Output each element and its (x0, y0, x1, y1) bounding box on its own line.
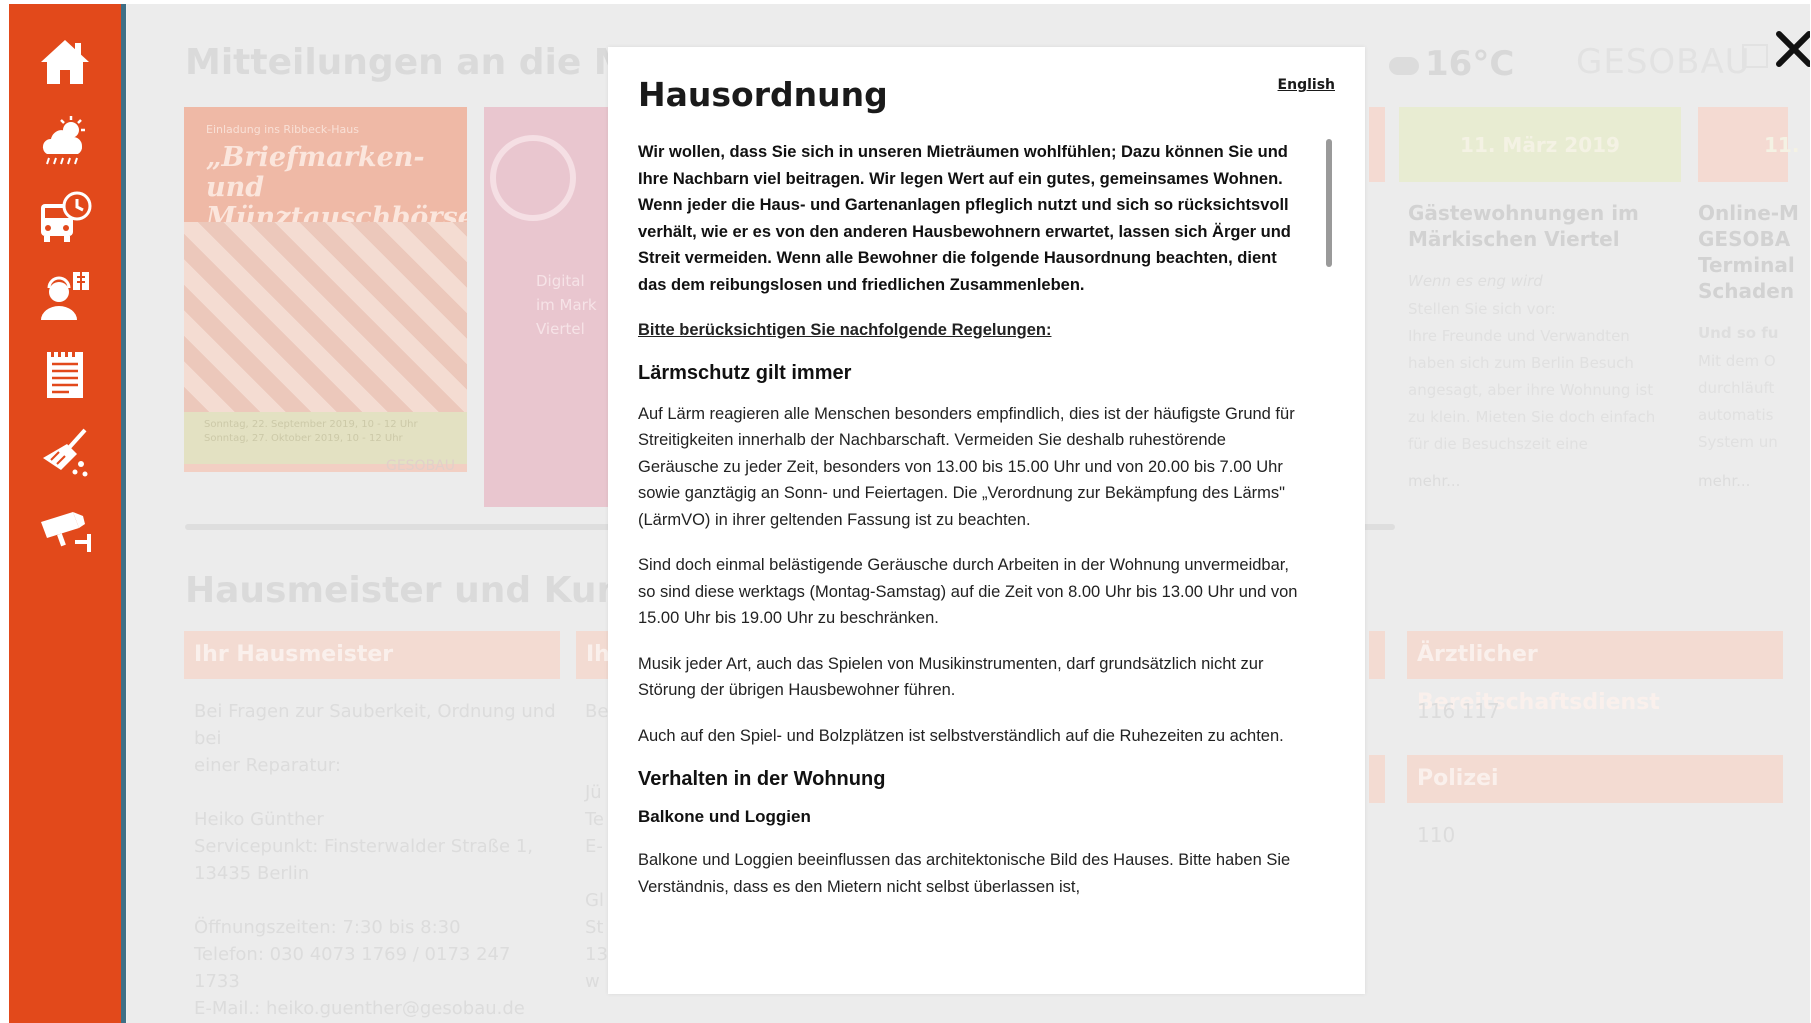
doctor-box-header: Ärztlicher Bereitschaftsdienst (1407, 631, 1783, 715)
modal-title: Hausordnung (638, 75, 888, 114)
kiosk-frame: Mitteilungen an die Mieter 16°C GESOBAU … (9, 4, 1810, 1023)
sidebar (9, 4, 126, 1023)
news-card-title[interactable]: Gästewohnungen im Märkischen Viertel (1408, 200, 1639, 252)
modal-scroll-area[interactable]: Wir wollen, dass Sie sich in unseren Mie… (638, 139, 1298, 969)
gesobau-logo: GESOBAU (1576, 42, 1751, 82)
notice-poster-stamp-exchange[interactable]: Einladung ins Ribbeck-Haus „Briefmarken-… (184, 107, 467, 472)
intro-paragraph: Wir wollen, dass Sie sich in unseren Mie… (638, 143, 1291, 294)
box-header-partial (1369, 631, 1385, 679)
cloud-icon (1389, 56, 1419, 75)
poster-logo (490, 135, 576, 221)
news-card-date: 11. März 2019 (1399, 107, 1681, 182)
rules-link[interactable]: Bitte berücksichtigen Sie nachfolgende R… (638, 317, 1298, 344)
bus-schedule-icon[interactable] (37, 190, 93, 246)
cleaning-broom-icon[interactable] (37, 424, 93, 480)
weather-widget: 16°C (1389, 44, 1514, 84)
noise-heading: Lärmschutz gilt immer (638, 361, 852, 384)
news-card-more-link[interactable]: mehr... (1698, 472, 1750, 490)
security-camera-icon[interactable] (37, 502, 93, 558)
language-link-english[interactable]: English (1278, 77, 1335, 93)
mail-icon (1742, 44, 1768, 68)
poster-text: Digital im Mark Viertel (536, 272, 597, 338)
balcony-paragraph: Balkone und Loggien beeinflussen das arc… (638, 851, 1291, 896)
notice-poster-digital[interactable]: Digital im Mark Viertel (484, 107, 614, 507)
box-header-partial (1369, 755, 1385, 803)
news-card-subtitle: Und so fu (1698, 324, 1779, 342)
house-rules-modal: Hausordnung English Wir wollen, dass Sie… (608, 47, 1365, 994)
close-button[interactable] (1771, 26, 1810, 72)
police-number: 110 (1417, 823, 1456, 847)
close-icon (1776, 31, 1810, 67)
police-box-header: Polizei (1407, 755, 1783, 803)
poster-dates: Sonntag, 22. September 2019, 10 - 12 Uhr… (184, 412, 467, 464)
news-card-header-partial (1369, 107, 1385, 182)
news-card-title[interactable]: Online-M GESOBA Terminal Schaden (1698, 200, 1799, 304)
poster-kicker: Einladung ins Ribbeck-Haus (206, 123, 359, 136)
noise-paragraph-3: Musik jeder Art, auch das Spielen von Mu… (638, 654, 1264, 700)
news-card-date: 11. (1698, 107, 1799, 182)
modal-scrollbar[interactable] (1326, 139, 1332, 267)
news-card-body: Mit dem O durchläuft automatis System un (1698, 352, 1778, 451)
home-icon[interactable] (37, 34, 93, 90)
doctor-number: 116 117 (1417, 699, 1500, 723)
caretaker-box-text: Bei Fragen zur Sauberkeit, Ordnung und b… (194, 701, 556, 1019)
news-card-body: Stellen Sie sich vor: Ihre Freunde und V… (1408, 300, 1656, 453)
temperature: 16°C (1425, 44, 1515, 84)
weather-icon[interactable] (37, 112, 93, 168)
contact-person-icon[interactable] (37, 268, 93, 324)
poster-title: „Briefmarken- und Münztauschbörse“ (206, 142, 467, 233)
noise-paragraph-2: Sind doch einmal belästigende Geräusche … (638, 556, 1298, 627)
news-card-subtitle: Wenn es eng wird (1408, 272, 1543, 290)
house-rules-document-icon[interactable] (37, 346, 93, 402)
poster-brand: GESOBAU (385, 458, 455, 472)
balcony-subheading: Balkone und Loggien (638, 807, 811, 826)
poster-header: Einladung ins Ribbeck-Haus „Briefmarken-… (184, 107, 467, 233)
apartment-heading: Verhalten in der Wohnung (638, 768, 886, 790)
noise-paragraph-1: Auf Lärm reagieren alle Menschen besonde… (638, 404, 1295, 529)
news-card-more-link[interactable]: mehr... (1408, 472, 1460, 490)
poster-image (184, 222, 467, 412)
caretaker-box-header: Ihr Hausmeister (184, 631, 560, 679)
noise-paragraph-4: Auch auf den Spiel- und Bolzplätzen ist … (638, 726, 1284, 745)
